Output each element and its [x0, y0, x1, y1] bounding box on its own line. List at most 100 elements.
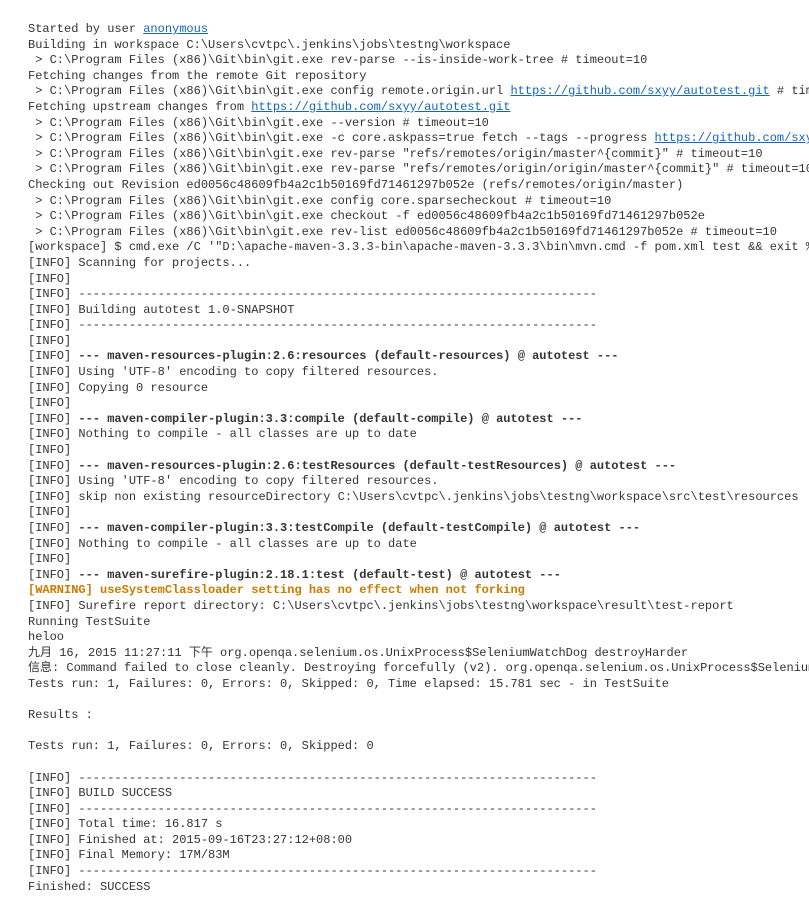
- console-line: [INFO] Using 'UTF-8' encoding to copy fi…: [28, 474, 781, 490]
- console-text: Finished: SUCCESS: [28, 880, 150, 894]
- console-text: [INFO] Nothing to compile - all classes …: [28, 537, 417, 551]
- console-text: Fetching changes from the remote Git rep…: [28, 69, 366, 83]
- console-line: [INFO] --- maven-surefire-plugin:2.18.1:…: [28, 568, 781, 584]
- console-text: > C:\Program Files (x86)\Git\bin\git.exe…: [28, 131, 655, 145]
- console-line: [INFO]: [28, 334, 781, 350]
- console-line: Running TestSuite: [28, 615, 781, 631]
- console-bold: --- maven-compiler-plugin:3.3:testCompil…: [78, 521, 640, 535]
- console-text: [INFO]: [28, 272, 71, 286]
- console-text: Running TestSuite: [28, 615, 150, 629]
- console-line: [INFO] Building autotest 1.0-SNAPSHOT: [28, 303, 781, 319]
- console-warning: [WARNING] useSystemClassloader setting h…: [28, 583, 525, 597]
- console-line: > C:\Program Files (x86)\Git\bin\git.exe…: [28, 53, 781, 69]
- console-line: Finished: SUCCESS: [28, 880, 781, 896]
- console-link[interactable]: https://github.com/sxyy/autotest.git: [251, 100, 510, 114]
- console-text: Checking out Revision ed0056c48609fb4a2c…: [28, 178, 683, 192]
- console-text: [28, 755, 35, 769]
- console-line: Building in workspace C:\Users\cvtpc\.je…: [28, 38, 781, 54]
- console-text: [INFO] Scanning for projects...: [28, 256, 251, 270]
- console-text: [INFO] Using 'UTF-8' encoding to copy fi…: [28, 474, 438, 488]
- console-text: [28, 693, 35, 707]
- console-line: [INFO] ---------------------------------…: [28, 287, 781, 303]
- console-bold: --- maven-compiler-plugin:3.3:compile (d…: [78, 412, 582, 426]
- console-line: > C:\Program Files (x86)\Git\bin\git.exe…: [28, 194, 781, 210]
- console-text: Tests run: 1, Failures: 0, Errors: 0, Sk…: [28, 739, 374, 753]
- console-line: [INFO] ---------------------------------…: [28, 318, 781, 334]
- console-line: > C:\Program Files (x86)\Git\bin\git.exe…: [28, 209, 781, 225]
- console-line: Fetching upstream changes from https://g…: [28, 100, 781, 116]
- console-text: Building in workspace C:\Users\cvtpc\.je…: [28, 38, 510, 52]
- console-line: [INFO] Copying 0 resource: [28, 381, 781, 397]
- console-line: heloo: [28, 630, 781, 646]
- console-text: > C:\Program Files (x86)\Git\bin\git.exe…: [28, 116, 489, 130]
- console-text: [INFO]: [28, 568, 78, 582]
- console-text: [28, 724, 35, 738]
- console-line: [INFO] Scanning for projects...: [28, 256, 781, 272]
- console-text: 信息: Command failed to close cleanly. Des…: [28, 661, 809, 675]
- console-link[interactable]: https://github.com/sxyy/autotest.g: [655, 131, 809, 145]
- console-line: [INFO]: [28, 443, 781, 459]
- console-text: > C:\Program Files (x86)\Git\bin\git.exe…: [28, 194, 611, 208]
- console-line: [workspace] $ cmd.exe /C '"D:\apache-mav…: [28, 240, 781, 256]
- console-line: [INFO] Finished at: 2015-09-16T23:27:12+…: [28, 833, 781, 849]
- console-output: Started by user anonymousBuilding in wor…: [28, 22, 781, 895]
- console-text: [INFO] skip non existing resourceDirecto…: [28, 490, 799, 504]
- console-text: [INFO]: [28, 443, 71, 457]
- console-line: [INFO] ---------------------------------…: [28, 864, 781, 880]
- console-line: [INFO]: [28, 272, 781, 288]
- console-line: [INFO]: [28, 396, 781, 412]
- console-line: > C:\Program Files (x86)\Git\bin\git.exe…: [28, 162, 781, 178]
- console-line: 信息: Command failed to close cleanly. Des…: [28, 661, 781, 677]
- console-text: Fetching upstream changes from: [28, 100, 251, 114]
- console-text: [INFO] Nothing to compile - all classes …: [28, 427, 417, 441]
- console-text: [INFO] Finished at: 2015-09-16T23:27:12+…: [28, 833, 352, 847]
- console-line: > C:\Program Files (x86)\Git\bin\git.exe…: [28, 225, 781, 241]
- console-text: [INFO] Building autotest 1.0-SNAPSHOT: [28, 303, 294, 317]
- console-text: [INFO] ---------------------------------…: [28, 318, 597, 332]
- console-line: [INFO] --- maven-resources-plugin:2.6:te…: [28, 459, 781, 475]
- console-text: [INFO] ---------------------------------…: [28, 287, 597, 301]
- console-text: [INFO]: [28, 552, 71, 566]
- console-line: > C:\Program Files (x86)\Git\bin\git.exe…: [28, 84, 781, 100]
- console-line: [INFO] --- maven-resources-plugin:2.6:re…: [28, 349, 781, 365]
- console-line: [INFO] Using 'UTF-8' encoding to copy fi…: [28, 365, 781, 381]
- console-text: > C:\Program Files (x86)\Git\bin\git.exe…: [28, 209, 705, 223]
- console-line: [28, 724, 781, 740]
- console-text: [INFO]: [28, 349, 78, 363]
- console-line: [INFO] ---------------------------------…: [28, 771, 781, 787]
- console-text: [INFO] Surefire report directory: C:\Use…: [28, 599, 734, 613]
- console-text: [INFO]: [28, 334, 71, 348]
- console-text: [INFO]: [28, 459, 78, 473]
- console-text: [INFO] Final Memory: 17M/83M: [28, 848, 230, 862]
- console-text: [INFO]: [28, 521, 78, 535]
- console-text: 九月 16, 2015 11:27:11 下午 org.openqa.selen…: [28, 646, 688, 660]
- console-text: [INFO] Using 'UTF-8' encoding to copy fi…: [28, 365, 438, 379]
- console-line: [INFO] Nothing to compile - all classes …: [28, 537, 781, 553]
- console-text: heloo: [28, 630, 64, 644]
- console-line: [INFO] skip non existing resourceDirecto…: [28, 490, 781, 506]
- console-link[interactable]: anonymous: [143, 22, 208, 36]
- console-bold: --- maven-surefire-plugin:2.18.1:test (d…: [78, 568, 560, 582]
- console-line: [INFO] Surefire report directory: C:\Use…: [28, 599, 781, 615]
- console-text: [INFO] Total time: 16.817 s: [28, 817, 222, 831]
- console-link[interactable]: https://github.com/sxyy/autotest.git: [510, 84, 769, 98]
- console-text: # timeout=10: [770, 84, 809, 98]
- console-bold: --- maven-resources-plugin:2.6:testResou…: [78, 459, 676, 473]
- console-line: [INFO]: [28, 552, 781, 568]
- console-line: 九月 16, 2015 11:27:11 下午 org.openqa.selen…: [28, 646, 781, 662]
- console-text: [INFO]: [28, 412, 78, 426]
- console-text: Started by user: [28, 22, 143, 36]
- console-line: Started by user anonymous: [28, 22, 781, 38]
- console-line: [INFO] Nothing to compile - all classes …: [28, 427, 781, 443]
- console-text: > C:\Program Files (x86)\Git\bin\git.exe…: [28, 162, 809, 176]
- console-line: [INFO] Final Memory: 17M/83M: [28, 848, 781, 864]
- console-text: Tests run: 1, Failures: 0, Errors: 0, Sk…: [28, 677, 669, 691]
- console-line: [28, 755, 781, 771]
- console-line: [INFO] --- maven-compiler-plugin:3.3:com…: [28, 412, 781, 428]
- console-line: Tests run: 1, Failures: 0, Errors: 0, Sk…: [28, 739, 781, 755]
- console-text: [INFO] ---------------------------------…: [28, 771, 597, 785]
- console-bold: --- maven-resources-plugin:2.6:resources…: [78, 349, 618, 363]
- console-text: [INFO]: [28, 505, 71, 519]
- console-text: [INFO] BUILD SUCCESS: [28, 786, 172, 800]
- console-text: Results :: [28, 708, 93, 722]
